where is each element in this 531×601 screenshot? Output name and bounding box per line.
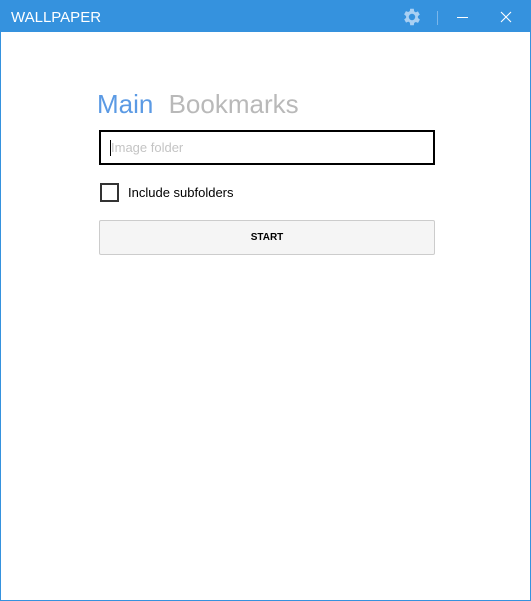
titlebar-separator	[437, 11, 438, 25]
text-caret	[110, 140, 111, 156]
tab-main[interactable]: Main	[97, 89, 153, 120]
minimize-button[interactable]	[447, 1, 477, 32]
close-icon	[500, 11, 512, 23]
title-bar[interactable]: WALLPAPER	[1, 1, 530, 32]
app-window: WALLPAPER Main Bookmarks Include subfold…	[0, 0, 531, 601]
tab-bookmarks[interactable]: Bookmarks	[169, 89, 299, 120]
include-subfolders-checkbox[interactable]	[100, 183, 119, 202]
minimize-icon	[457, 17, 468, 18]
close-button[interactable]	[491, 1, 521, 32]
start-button[interactable]: START	[99, 220, 435, 255]
gear-icon[interactable]	[401, 6, 423, 28]
window-title: WALLPAPER	[11, 9, 102, 26]
tab-bar: Main Bookmarks	[97, 89, 307, 120]
image-folder-input[interactable]	[101, 132, 431, 163]
include-subfolders-label[interactable]: Include subfolders	[128, 185, 234, 200]
image-folder-field[interactable]	[99, 130, 435, 165]
